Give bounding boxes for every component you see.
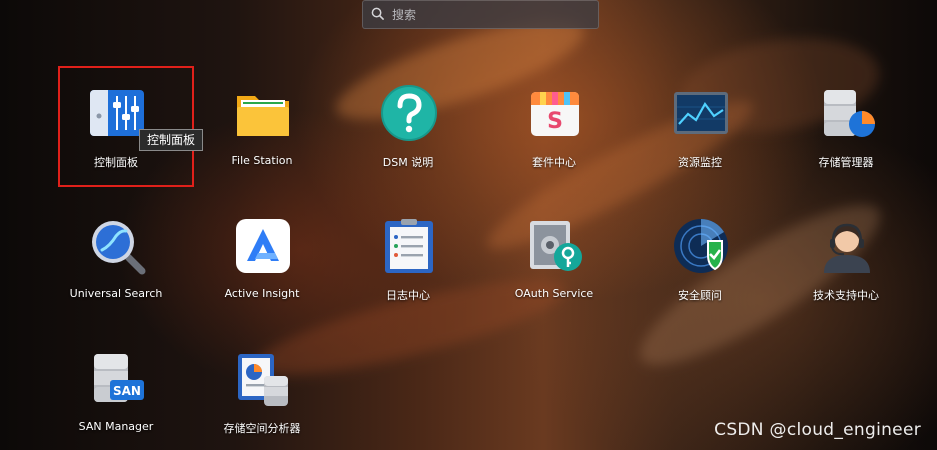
tooltip: 控制面板	[139, 129, 204, 151]
storage-manager-icon	[824, 90, 875, 137]
app-label: 日志中心	[386, 289, 430, 302]
svg-text:SAN: SAN	[113, 384, 141, 398]
app-resource-monitor[interactable]: 资源监控	[636, 66, 764, 176]
log-center-icon	[385, 219, 433, 273]
resource-monitor-icon	[674, 92, 728, 134]
app-label: SAN Manager	[78, 420, 154, 433]
app-label: OAuth Service	[514, 287, 594, 300]
app-file-station[interactable]: File Station	[198, 66, 326, 176]
selection-highlight-box	[58, 66, 194, 187]
app-label: Active Insight	[224, 287, 300, 300]
svg-text:S: S	[547, 109, 563, 134]
app-storage-manager[interactable]: 存储管理器	[782, 66, 910, 176]
app-package-center[interactable]: S 套件中心	[490, 66, 618, 176]
app-label: 存储空间分析器	[223, 422, 301, 435]
magnifier-icon	[92, 221, 146, 275]
search-icon	[371, 5, 384, 24]
active-insight-icon	[236, 219, 290, 273]
app-label: File Station	[231, 154, 293, 167]
folder-icon	[237, 96, 289, 136]
app-label: 安全顾问	[678, 289, 722, 302]
app-active-insight[interactable]: Active Insight	[198, 199, 326, 309]
package-center-icon: S	[531, 92, 579, 136]
app-label: 技术支持中心	[813, 289, 879, 302]
app-label: 存储管理器	[818, 156, 874, 169]
support-agent-icon	[824, 223, 870, 273]
app-storage-analyzer[interactable]: 存储空间分析器	[198, 332, 326, 442]
app-label: Universal Search	[69, 287, 163, 300]
security-advisor-icon	[674, 219, 728, 273]
app-label: DSM 说明	[382, 156, 434, 169]
help-icon	[381, 85, 437, 141]
search-input[interactable]	[390, 6, 594, 23]
app-san-manager[interactable]: SAN SAN Manager	[52, 332, 180, 442]
app-support-center[interactable]: 技术支持中心	[782, 199, 910, 309]
app-label: 资源监控	[678, 156, 722, 169]
app-label: 套件中心	[532, 156, 576, 169]
san-manager-icon: SAN	[94, 354, 144, 402]
app-universal-search[interactable]: Universal Search	[52, 199, 180, 309]
search-bar[interactable]	[362, 0, 599, 29]
app-dsm-help[interactable]: DSM 说明	[344, 66, 472, 176]
app-security-advisor[interactable]: 安全顾问	[636, 199, 764, 309]
app-log-center[interactable]: 日志中心	[344, 199, 472, 309]
watermark: CSDN @cloud_engineer	[714, 420, 921, 440]
app-oauth-service[interactable]: OAuth Service	[490, 199, 618, 309]
storage-analyzer-icon	[238, 354, 288, 406]
oauth-key-icon	[530, 221, 582, 271]
